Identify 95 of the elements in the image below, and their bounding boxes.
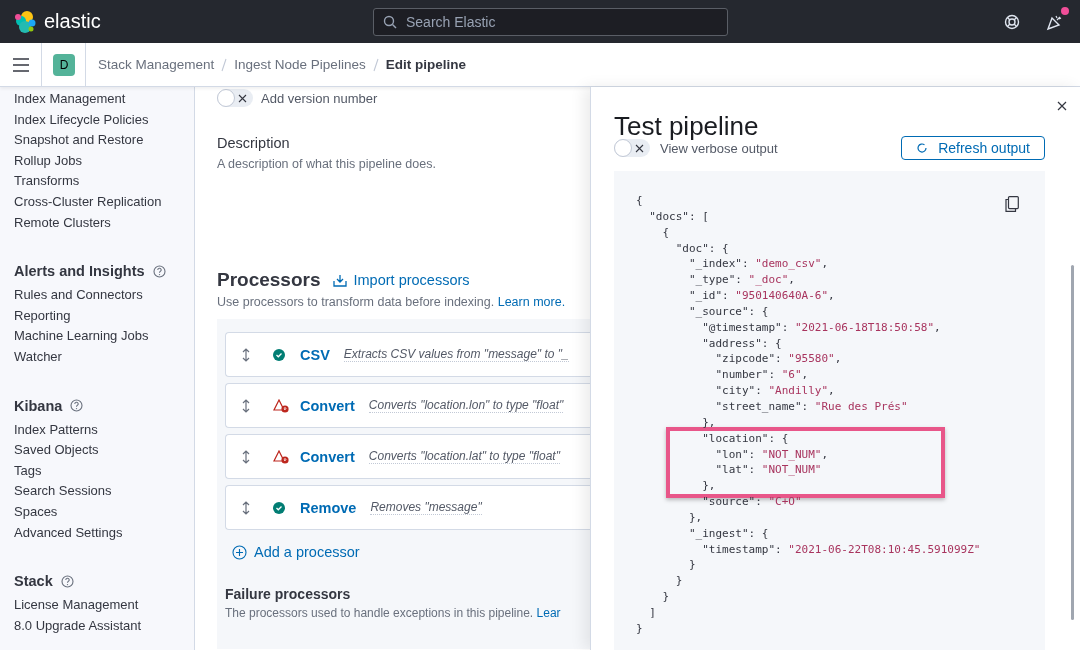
processor-description[interactable]: Converts "location.lon" to type "float"	[368, 398, 564, 413]
sidebar-item[interactable]: Reporting	[14, 305, 180, 327]
code-line: "city": "Andilly",	[714, 383, 835, 399]
import-icon	[332, 273, 347, 287]
code-line: "street_name": "Rue des Prés"	[714, 398, 908, 415]
section-title: Failure processors	[225, 586, 352, 602]
code-line: }	[674, 573, 683, 590]
sidebar-item[interactable]: Rollup Jobs	[14, 150, 180, 172]
processor-name-link[interactable]: Remove	[300, 499, 357, 516]
code-line: }	[661, 589, 670, 605]
toggle-label: View verbose output	[660, 140, 778, 156]
sidebar-item[interactable]: Cross-Cluster Replication	[14, 191, 180, 213]
sidebar-item[interactable]: Index Management	[14, 89, 180, 110]
toggle-switch[interactable]	[614, 139, 650, 157]
drag-handle-icon[interactable]	[241, 500, 251, 515]
section-heading: Alerts and Insights	[14, 263, 145, 280]
code-line: "lon": "NOT_NUM",	[714, 446, 829, 463]
sidebar-item[interactable]: Index Patterns	[14, 419, 180, 441]
sidebar-item[interactable]: Watcher	[14, 346, 180, 368]
drag-handle-icon[interactable]	[241, 347, 251, 362]
sidebar-item[interactable]: Spaces	[14, 501, 180, 523]
cross-icon	[238, 93, 247, 103]
breadcrumb[interactable]: Stack Management	[98, 57, 215, 72]
code-line: "location": {	[701, 430, 789, 447]
breadcrumb-separator	[221, 57, 228, 72]
drag-handle-icon[interactable]	[241, 449, 251, 464]
sidebar-item[interactable]: Snapshot and Restore	[14, 130, 180, 151]
learn-more-link[interactable]: Lear	[536, 606, 561, 620]
section-heading: Stack	[14, 573, 53, 590]
code-line: "_ingest": {	[687, 525, 769, 542]
code-line: "@timestamp": "2021-06-18T18:50:58",	[701, 319, 941, 336]
code-line: "lat": "NOT_NUM"	[714, 462, 822, 479]
field-title: Description	[217, 135, 290, 151]
sidebar-item[interactable]: Machine Learning Jobs	[14, 326, 180, 347]
plus-circle-icon	[232, 544, 247, 560]
sidebar-item[interactable]: Tags	[14, 460, 180, 482]
import-link[interactable]: Import processors	[332, 272, 470, 288]
sidebar-item[interactable]: 8.0 Upgrade Assistant	[14, 615, 180, 637]
search-field[interactable]: Search Elastic	[373, 7, 728, 36]
processor-description[interactable]: Removes "message"	[370, 500, 482, 515]
code-line: "_type": "_doc",	[687, 272, 795, 289]
processor-name-link[interactable]: Convert	[300, 397, 355, 414]
breadcrumb[interactable]: Ingest Node Pipelines	[234, 57, 366, 72]
refresh-icon	[916, 142, 929, 154]
code-line: "timestamp": "2021-06-22T08:10:45.591099Z"	[701, 541, 981, 558]
learn-more-link[interactable]: Learn more.	[497, 295, 566, 309]
code-line: {	[636, 193, 643, 209]
code-line: "_id": "950140640A-6",	[687, 288, 835, 304]
code-line: "doc": {	[674, 240, 729, 257]
menu-icon	[12, 57, 29, 72]
processor-description[interactable]: Converts "location.lat" to type "float"	[368, 449, 560, 464]
code-line: "source": "C+O"	[701, 494, 802, 510]
sidebar-item[interactable]: Search Sessions	[14, 481, 180, 502]
toggle-label: Add version number	[261, 90, 378, 106]
logo-text[interactable]: elastic	[44, 10, 101, 33]
code-line: "_index": "demo_csv",	[687, 256, 829, 273]
sidebar-item[interactable]: Transforms	[14, 171, 180, 192]
section-heading: Kibana	[14, 397, 63, 414]
drag-handle-icon[interactable]	[241, 398, 251, 413]
scrollbar-thumb[interactable]	[1071, 265, 1074, 620]
copy-icon[interactable]	[1005, 196, 1019, 212]
sidebar-item[interactable]: Remote Clusters	[14, 212, 180, 234]
sidebar-item[interactable]: License Management	[14, 595, 180, 616]
sidebar-item[interactable]: Advanced Settings	[14, 522, 180, 544]
logo-icon[interactable]	[12, 8, 38, 35]
refresh-output-button[interactable]: Refresh output	[901, 136, 1045, 160]
close-icon	[1057, 101, 1067, 111]
add-processor-link[interactable]: Add a processor	[232, 544, 617, 560]
flyout-title: Test pipeline	[614, 111, 760, 141]
cross-icon	[635, 143, 644, 153]
code-line: },	[701, 478, 716, 495]
code-line: "number": "6",	[714, 367, 809, 384]
code-line: },	[687, 509, 703, 526]
processor-name-link[interactable]: CSV	[300, 346, 330, 363]
code-line: {	[661, 224, 670, 241]
code-line: "address": {	[701, 335, 782, 352]
code-line: }	[687, 557, 696, 574]
toggle-switch[interactable]	[217, 89, 253, 107]
code-line: "docs": [	[648, 208, 709, 225]
sidebar-item[interactable]: Saved Objects	[14, 440, 180, 461]
section-description: Use processors to transform data before indexing. Learn more.	[217, 295, 566, 309]
section-title: Processors	[217, 269, 321, 291]
code-line: }	[636, 620, 643, 637]
breadcrumb: Edit pipeline	[385, 57, 466, 72]
processor-name-link[interactable]: Convert	[300, 448, 355, 465]
processor-description[interactable]: Extracts CSV values from "message" to "_	[343, 347, 569, 362]
code-line: },	[701, 414, 716, 431]
sidebar-item[interactable]: Index Lifecycle Policies	[14, 109, 180, 131]
code-line: "_source": {	[687, 303, 769, 320]
field-description: A description of what this pipeline does.	[217, 157, 436, 171]
breadcrumb-separator	[372, 57, 379, 72]
space-avatar[interactable]: D	[53, 53, 75, 76]
sidebar-item[interactable]: Rules and Connectors	[14, 285, 180, 306]
code-line: "zipcode": "95580",	[714, 351, 842, 368]
code-line: ]	[648, 604, 656, 621]
